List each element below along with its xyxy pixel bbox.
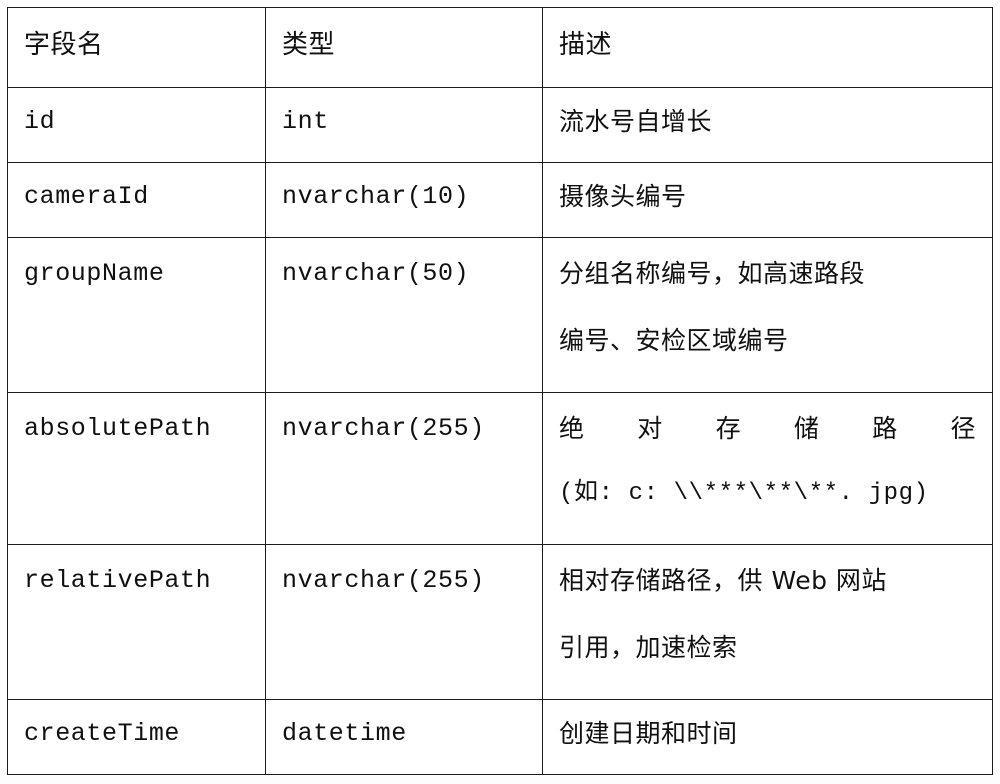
- field-description-absolutepath: 绝对存储路径 (如: c: \\***\**\**. jpg): [543, 393, 992, 524]
- table-row: id int 流水号自增长: [7, 86, 993, 164]
- cell-type-createtime: datetime: [265, 698, 543, 775]
- table-header-row: 字段名 类型 描述: [7, 7, 993, 88]
- field-name-absolutepath: absolutePath: [24, 413, 212, 443]
- header-cell-field: 字段名: [7, 7, 266, 88]
- document-page: 字段名 类型 描述 id int 流水号自增长 cameraId nvarcha…: [0, 0, 1000, 784]
- description-line: 绝对存储路径: [559, 413, 976, 443]
- field-type-id: int: [282, 106, 329, 136]
- description-line: 引用，加速检索: [559, 632, 738, 662]
- description-line-path-example: (如: c: \\***\**\**. jpg): [559, 480, 929, 508]
- cell-description-relativepath: 相对存储路径，供 Web 网站 引用，加速检索: [542, 544, 993, 700]
- field-type-createtime: datetime: [282, 718, 407, 748]
- description-line: 分组名称编号，如高速路段: [559, 259, 866, 289]
- cell-description-createtime: 创建日期和时间: [542, 698, 993, 775]
- cell-type-relativepath: nvarchar(255): [265, 544, 543, 700]
- cell-field-absolutepath: absolutePath: [7, 391, 266, 546]
- field-type-absolutepath: nvarchar(255): [282, 413, 485, 443]
- header-label-field: 字段名: [24, 30, 104, 60]
- field-spec-table: 字段名 类型 描述 id int 流水号自增长 cameraId nvarcha…: [7, 7, 993, 775]
- cell-field-relativepath: relativePath: [7, 544, 266, 700]
- cell-field-groupname: groupName: [7, 237, 266, 393]
- field-type-groupname: nvarchar(50): [282, 259, 470, 289]
- description-line: 创建日期和时间: [559, 718, 738, 748]
- cell-description-absolutepath: 绝对存储路径 (如: c: \\***\**\**. jpg): [542, 391, 993, 546]
- cell-type-groupname: nvarchar(50): [265, 237, 543, 393]
- cell-description-groupname: 分组名称编号，如高速路段 编号、安检区域编号: [542, 237, 993, 393]
- cell-field-id: id: [7, 86, 266, 164]
- table-row: cameraId nvarchar(10) 摄像头编号: [7, 161, 993, 239]
- cell-field-cameraid: cameraId: [7, 161, 266, 239]
- field-name-createtime: createTime: [24, 718, 181, 748]
- field-description-relativepath: 相对存储路径，供 Web 网站 引用，加速检索: [543, 545, 992, 678]
- field-type-relativepath: nvarchar(255): [282, 566, 485, 596]
- table-row: absolutePath nvarchar(255) 绝对存储路径 (如: c:…: [7, 391, 993, 546]
- table-row: relativePath nvarchar(255) 相对存储路径，供 Web …: [7, 544, 993, 700]
- field-name-cameraid: cameraId: [24, 182, 149, 211]
- header-cell-description: 描述: [542, 7, 993, 88]
- field-description-id: 流水号自增长: [543, 88, 992, 153]
- description-line: 编号、安检区域编号: [559, 325, 789, 355]
- cell-type-id: int: [265, 86, 543, 164]
- cell-field-createtime: createTime: [7, 698, 266, 775]
- description-line: 流水号自增长: [559, 106, 713, 136]
- field-type-cameraid: nvarchar(10): [282, 182, 470, 211]
- table-row: createTime datetime 创建日期和时间: [7, 698, 993, 775]
- field-name-relativepath: relativePath: [24, 566, 212, 596]
- table-row: groupName nvarchar(50) 分组名称编号，如高速路段 编号、安…: [7, 237, 993, 393]
- header-label-description: 描述: [559, 30, 613, 60]
- field-description-cameraid: 摄像头编号: [543, 163, 992, 228]
- cell-description-cameraid: 摄像头编号: [542, 161, 993, 239]
- description-line: 摄像头编号: [559, 182, 687, 211]
- field-description-groupname: 分组名称编号，如高速路段 编号、安检区域编号: [543, 238, 992, 371]
- description-line: 相对存储路径，供 Web 网站: [559, 566, 887, 596]
- cell-type-absolutepath: nvarchar(255): [265, 391, 543, 546]
- field-name-groupname: groupName: [24, 259, 165, 289]
- field-spec-table-container: 字段名 类型 描述 id int 流水号自增长 cameraId nvarcha…: [7, 7, 993, 775]
- header-label-type: 类型: [282, 30, 336, 60]
- field-description-createtime: 创建日期和时间: [543, 700, 992, 765]
- field-name-id: id: [24, 106, 56, 136]
- cell-description-id: 流水号自增长: [542, 86, 993, 164]
- cell-type-cameraid: nvarchar(10): [265, 161, 543, 239]
- header-cell-type: 类型: [265, 7, 543, 88]
